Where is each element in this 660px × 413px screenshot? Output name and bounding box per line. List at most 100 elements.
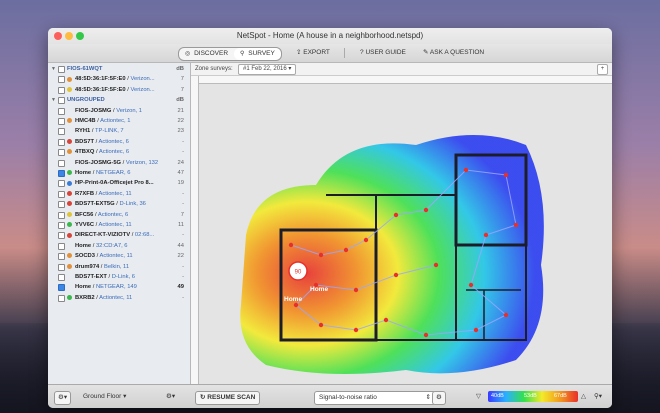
settings-menu-button[interactable]: ⚙▾ [54,391,72,405]
disclosure-triangle-icon[interactable]: ▼ [51,64,56,74]
network-checkbox[interactable] [58,211,65,219]
list-item[interactable]: HMC4B / Actiontec, 1 22 [48,116,190,126]
list-item[interactable]: FIOS-JOSMG / Verizon, 1 21 [48,106,190,116]
network-checkbox[interactable] [58,232,65,240]
mode-survey-button[interactable]: ⚲ SURVEY [234,48,281,60]
network-checkbox[interactable] [58,76,65,84]
zone-select[interactable]: #1 Feb 22, 2016 ▾ [238,64,297,75]
pin-menu-button[interactable]: ⚲▾ [594,391,602,403]
signal-dot-icon [67,118,72,124]
export-button[interactable]: ⇪ EXPORT [296,47,330,59]
list-item[interactable]: Home / NETGEAR, 149 49 [48,282,190,292]
signal-dot-icon [67,222,72,228]
add-zone-button[interactable]: + [597,64,608,75]
signal-dot-icon [67,295,72,301]
network-list-sidebar: ▼ FIOS-61WQT dB 48:5D:36:1F:5F:E0 / Veri… [48,63,191,384]
list-item[interactable]: BXRB2 / Actiontec, 11- [48,293,190,303]
signal-legend: 40dB 53dB 67dB [488,391,578,402]
export-icon: ⇪ [296,49,302,56]
network-checkbox[interactable] [58,263,65,271]
user-guide-button[interactable]: ? USER GUIDE [360,47,406,59]
list-item[interactable]: R7XFB / Actiontec, 11- [48,189,190,199]
thumbs-down-icon: ▽ [476,393,481,400]
network-checkbox[interactable] [58,242,65,250]
ap-signal-value: 90 [295,270,302,276]
floor-select[interactable]: Ground Floor ▾ [83,391,126,403]
list-item[interactable]: DIRECT-KT-VIZIOTV / 02:68... - [48,230,190,240]
metric-settings-button[interactable]: ⚙ [432,391,446,405]
list-item[interactable]: Home / 32:CD:A7, 6 44 [48,241,190,251]
network-checkbox[interactable] [58,294,65,302]
list-item[interactable]: BDS7T / Actiontec, 6- [48,137,190,147]
app-window: NetSpot - Home (A house in a neighborhoo… [48,28,612,408]
signal-dot-icon [67,191,72,197]
list-item[interactable]: BDS7T-EXT / D-Link, 6- [48,272,190,282]
network-checkbox[interactable] [58,86,65,94]
minimize-button[interactable] [65,32,73,40]
group-header-ungrouped[interactable]: ▼ UNGROUPED dB [48,95,190,105]
list-item[interactable]: HP-Print-0A-Officejet Pro 8... 19 [48,178,190,188]
question-icon: ? [360,49,364,56]
toolbar: ◎ DISCOVER ⚲ SURVEY ⇪ EXPORT ? USER GUID… [48,44,612,63]
list-item[interactable]: 48:5D:36:1F:5F:E0 / Verizon... 7 [48,74,190,84]
list-item[interactable]: 48:5D:36:1F:5F:E0 / Verizon... 7 [48,85,190,95]
network-checkbox[interactable] [58,253,65,261]
group-checkbox[interactable] [58,66,65,73]
signal-dot-icon [67,232,72,238]
list-item[interactable]: BDS7T-EXT5G / D-Link, 36- [48,199,190,209]
signal-dot-icon [67,139,72,145]
vertical-ruler [191,76,199,384]
network-checkbox[interactable] [58,190,65,198]
list-item[interactable]: Home / NETGEAR, 6 47 [48,168,190,178]
network-checkbox[interactable] [58,107,65,115]
metric-select[interactable]: Signal-to-noise ratio ⇕ [314,391,436,405]
chevron-down-icon: ▾ [598,393,603,400]
zoom-button[interactable] [76,32,84,40]
list-item[interactable]: BFC56 / Actiontec, 67 [48,210,190,220]
network-checkbox[interactable] [58,128,65,136]
disclosure-triangle-icon[interactable]: ▼ [51,95,56,105]
network-checkbox[interactable] [58,201,65,209]
signal-dot-icon [67,180,72,186]
mode-discover-button[interactable]: ◎ DISCOVER [179,48,234,60]
heatmap-floorplan[interactable]: 90 Home Home [226,115,552,387]
mode-segmented-control: ◎ DISCOVER ⚲ SURVEY [178,47,282,61]
pin-icon: ⚲ [240,51,245,57]
close-button[interactable] [54,32,62,40]
list-item[interactable]: YVV6C / Actiontec, 11 11 [48,220,190,230]
list-item[interactable]: 4TBXQ / Actiontec, 6- [48,147,190,157]
list-item[interactable]: FIOS-JOSMG-5G / Verizon, 132 24 [48,158,190,168]
zone-bar: Zone surveys: #1 Feb 22, 2016 ▾ + [191,63,612,76]
network-checkbox[interactable] [58,149,65,157]
network-checkbox[interactable] [58,180,65,188]
thumbs-up-icon: △ [581,393,586,400]
signal-dot-icon [67,201,72,207]
chevron-down-icon: ▾ [63,394,68,401]
chevron-down-icon: ▾ [288,66,292,72]
megaphone-icon: ✎ [423,49,429,56]
network-checkbox[interactable] [58,138,65,146]
chevron-down-icon: ▾ [171,393,176,400]
network-checkbox[interactable] [58,284,65,292]
resume-scan-button[interactable]: ↻ RESUME SCAN [195,391,261,405]
ap-label: Home [310,286,328,293]
list-item[interactable]: drum974 / Belkin, 11- [48,262,190,272]
network-checkbox[interactable] [58,274,65,281]
network-checkbox[interactable] [58,118,65,125]
floor-settings-button[interactable]: ⚙▾ [166,391,175,403]
group-header-fios[interactable]: ▼ FIOS-61WQT dB [48,64,190,74]
network-checkbox[interactable] [58,222,65,229]
room-label: Home [284,296,302,303]
signal-dot-icon [67,170,72,176]
gear-icon: ⚙ [436,394,442,401]
network-checkbox[interactable] [58,170,65,177]
list-item[interactable]: SOCD3 / Actiontec, 11 22 [48,251,190,261]
ask-question-button[interactable]: ✎ ASK A QUESTION [423,47,484,59]
horizontal-ruler [199,76,612,84]
signal-dot-icon [67,211,72,217]
heatmap-fill [240,135,544,374]
group-checkbox[interactable] [58,97,65,105]
network-checkbox[interactable] [58,159,65,167]
window-title: NetSpot - Home (A house in a neighborhoo… [236,31,424,40]
list-item[interactable]: RYH1 / TP-LINK, 7 23 [48,126,190,136]
